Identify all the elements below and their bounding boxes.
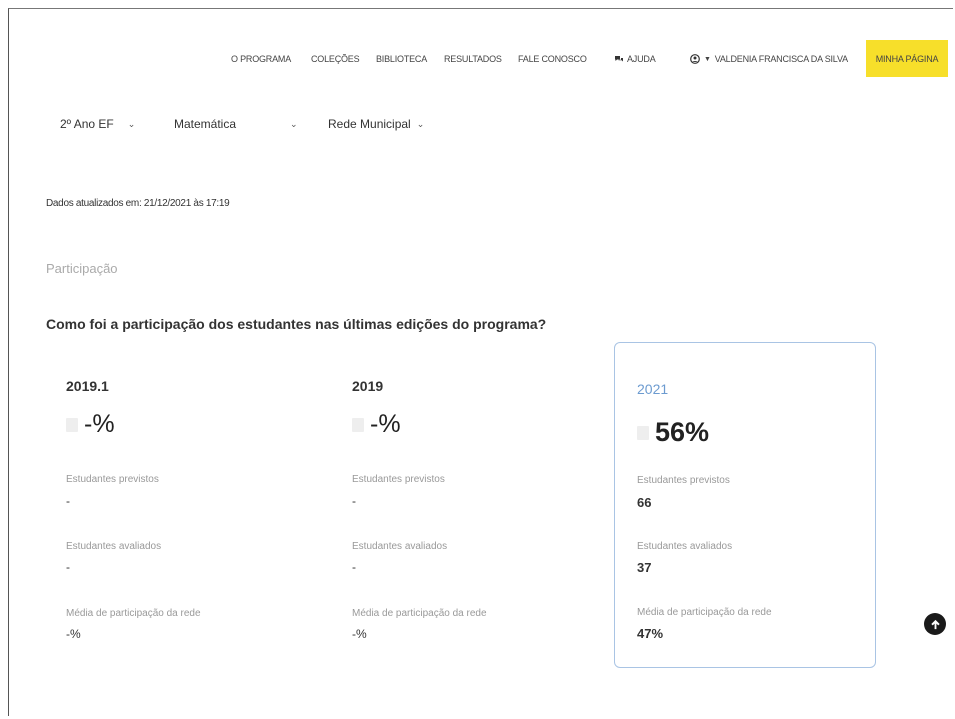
students-icon <box>637 425 649 440</box>
nav-link-resultados[interactable]: RESULTADOS <box>444 54 502 64</box>
evaluated-students-value: - <box>66 560 70 574</box>
network-average-label: Média de participação da rede <box>352 608 487 619</box>
expected-students-value: - <box>352 494 356 508</box>
subject-select[interactable]: Matemática ⌄ <box>174 117 298 131</box>
network-average-value: -% <box>352 627 367 641</box>
nav-link-biblioteca[interactable]: BIBLIOTECA <box>376 54 427 64</box>
chat-bubbles-icon <box>615 55 623 61</box>
section-label: Participação <box>46 261 118 276</box>
nav-link-fale-conosco[interactable]: FALE CONOSCO <box>518 54 587 64</box>
evaluated-students-label: Estudantes avaliados <box>637 541 733 552</box>
caret-down-icon: ▼ <box>704 55 711 63</box>
chevron-down-icon: ⌄ <box>127 118 136 129</box>
evaluated-students-value: 37 <box>637 560 652 575</box>
participation-card-selected[interactable]: 2021 56% Estudantes previstos 66 Estudan… <box>614 342 876 668</box>
chevron-down-icon: ⌄ <box>290 118 298 129</box>
evaluated-students-label: Estudantes avaliados <box>66 541 162 552</box>
participation-percent-value: 56% <box>655 417 710 447</box>
arrow-up-icon <box>930 619 940 629</box>
my-page-button[interactable]: MINHA PÁGINA <box>866 40 948 77</box>
card-year: 2021 <box>637 381 669 397</box>
expected-students-label: Estudantes previstos <box>352 474 445 485</box>
user-menu[interactable]: ▼ VALDENIA FRANCISCA DA SILVA <box>690 54 848 64</box>
network-average-value: 47% <box>637 626 664 641</box>
top-navigation: O PROGRAMA COLEÇÕES BIBLIOTECA RESULTADO… <box>0 40 955 77</box>
network-average-label: Média de participação da rede <box>637 607 772 618</box>
network-average-value: -% <box>66 627 81 641</box>
grade-select[interactable]: 2º Ano EF ⌄ <box>60 117 135 131</box>
help-label: AJUDA <box>627 54 656 64</box>
expected-students-label: Estudantes previstos <box>637 475 730 486</box>
filters-bar: 2º Ano EF ⌄ Matemática ⌄ Rede Municipal … <box>60 117 560 135</box>
expected-students-value: 66 <box>637 495 652 510</box>
subject-select-value: Matemática <box>174 117 237 131</box>
participation-percent: -% <box>352 410 401 439</box>
last-updated-text: Dados atualizados em: 21/12/2021 às 17:1… <box>46 198 230 209</box>
evaluated-students-value: - <box>352 560 356 574</box>
scroll-to-top-button[interactable] <box>924 613 946 635</box>
expected-students-label: Estudantes previstos <box>66 474 159 485</box>
participation-card: 2019 -% Estudantes previstos - Estudante… <box>330 346 592 666</box>
help-link[interactable]: AJUDA <box>614 54 656 64</box>
participation-percent: -% <box>66 410 115 439</box>
students-icon <box>66 417 78 432</box>
nav-link-colecoes[interactable]: COLEÇÕES <box>311 54 360 64</box>
nav-link-o-programa[interactable]: O PROGRAMA <box>231 54 291 64</box>
grade-select-value: 2º Ano EF <box>60 117 114 131</box>
evaluated-students-label: Estudantes avaliados <box>352 541 448 552</box>
network-average-label: Média de participação da rede <box>66 608 201 619</box>
participation-percent-value: -% <box>370 410 401 438</box>
participation-card: 2019.1 -% Estudantes previstos - Estudan… <box>44 346 306 666</box>
user-icon <box>690 54 700 64</box>
network-select[interactable]: Rede Municipal ⌄ <box>328 117 424 131</box>
students-icon <box>352 417 364 432</box>
chevron-down-icon: ⌄ <box>416 118 425 129</box>
card-year: 2019.1 <box>66 378 109 394</box>
section-question: Como foi a participação dos estudantes n… <box>46 316 547 332</box>
participation-percent-value: -% <box>84 410 115 438</box>
network-select-value: Rede Municipal <box>328 117 411 131</box>
card-year: 2019 <box>352 378 384 394</box>
user-name: VALDENIA FRANCISCA DA SILVA <box>714 54 848 64</box>
expected-students-value: - <box>66 494 70 508</box>
participation-percent: 56% <box>637 417 709 448</box>
